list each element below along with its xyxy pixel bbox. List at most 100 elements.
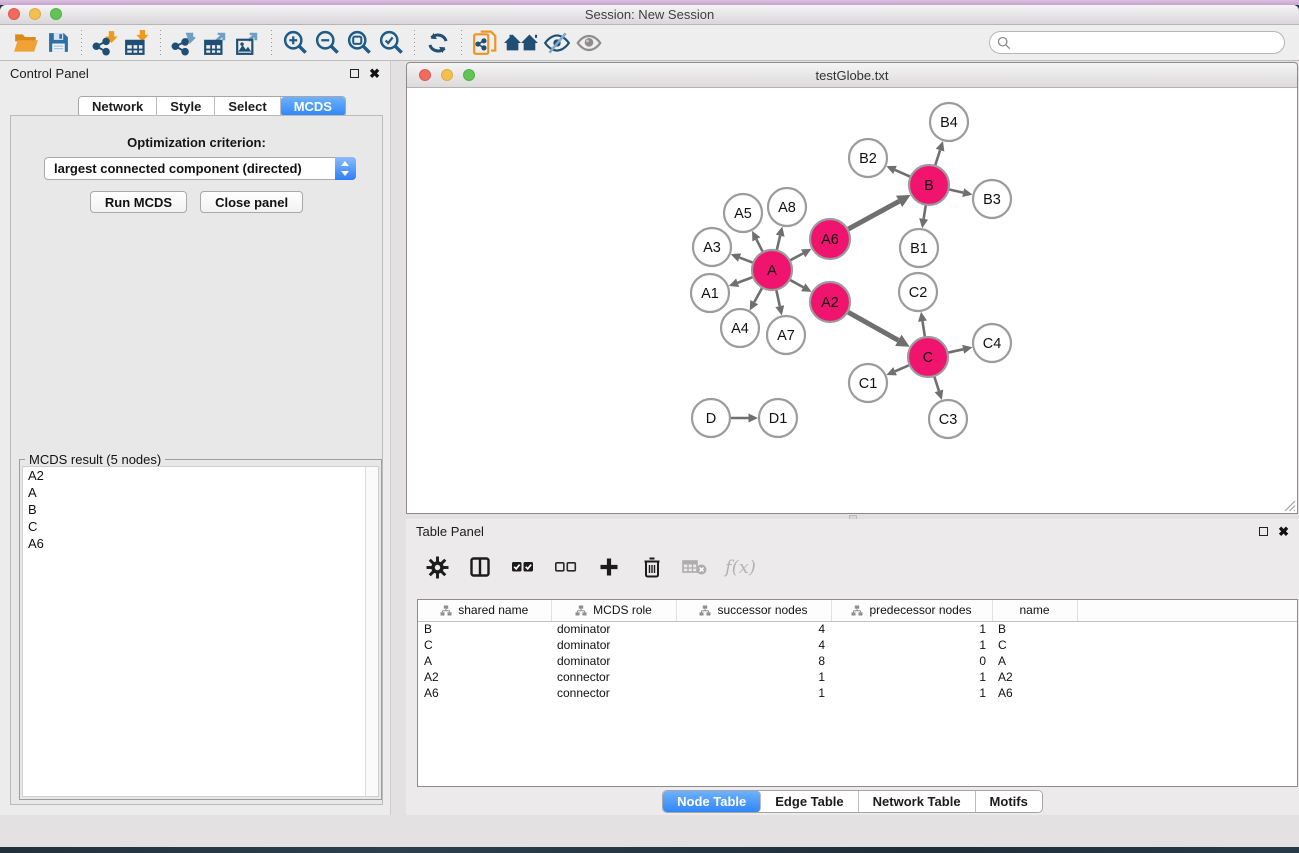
graph-edge-C-C3[interactable] <box>934 375 939 391</box>
mcds-result-list[interactable]: A2 A B C A6 <box>22 466 379 797</box>
graph-node-C2[interactable]: C2 <box>899 273 937 311</box>
graph-edge-B-B4[interactable] <box>935 150 940 167</box>
function-builder-icon[interactable]: f(x) <box>725 557 756 578</box>
tab-edge-table[interactable]: Edge Table <box>761 791 858 812</box>
graph-edge-A-A3[interactable] <box>740 258 755 264</box>
show-column-panel-button[interactable] <box>467 554 493 580</box>
graph-node-A5[interactable]: A5 <box>724 194 762 232</box>
graph-node-D1[interactable]: D1 <box>759 399 797 437</box>
zoom-in-button[interactable] <box>279 28 311 58</box>
list-item[interactable]: A <box>23 484 378 501</box>
graph-edge-A-A4[interactable] <box>754 287 763 303</box>
network-zoom-button[interactable] <box>463 69 475 81</box>
column-header-name[interactable]: name <box>992 600 1077 621</box>
tab-motifs[interactable]: Motifs <box>976 791 1042 812</box>
table-settings-button[interactable] <box>424 554 450 580</box>
graph-node-B2[interactable]: B2 <box>849 139 887 177</box>
zoom-out-button[interactable] <box>311 28 343 58</box>
graph-node-A8[interactable]: A8 <box>768 188 806 226</box>
import-table-button[interactable] <box>121 28 153 58</box>
graph-edge-A2-C[interactable] <box>847 311 899 340</box>
float-panel-icon[interactable] <box>350 69 359 78</box>
graph-edge-B-B1[interactable] <box>924 204 926 219</box>
tab-select[interactable]: Select <box>215 97 280 116</box>
close-window-button[interactable] <box>8 8 20 20</box>
save-session-button[interactable] <box>42 28 74 58</box>
list-item[interactable]: C <box>23 518 378 535</box>
export-table-button[interactable] <box>200 28 232 58</box>
list-item[interactable]: B <box>23 501 378 518</box>
close-panel-icon[interactable]: ✖ <box>1278 527 1289 536</box>
graph-edge-A-A1[interactable] <box>738 277 755 283</box>
select-all-button[interactable] <box>510 554 536 580</box>
close-panel-button[interactable]: Close panel <box>200 191 303 213</box>
column-header-predecessor-nodes[interactable]: predecessor nodes <box>831 600 992 621</box>
scrollbar[interactable] <box>365 467 378 796</box>
graph-edge-B-B2[interactable] <box>895 170 912 177</box>
graph-node-C[interactable]: C <box>908 337 948 377</box>
graph-node-A6[interactable]: A6 <box>810 219 850 259</box>
graph-node-C1[interactable]: C1 <box>849 364 887 402</box>
float-panel-icon[interactable] <box>1259 527 1268 536</box>
tab-style[interactable]: Style <box>157 97 215 116</box>
graph-edge-A-A2[interactable] <box>789 279 804 287</box>
close-panel-icon[interactable]: ✖ <box>369 69 380 78</box>
graph-edge-C-C2[interactable] <box>922 321 925 338</box>
hide-panel-button[interactable] <box>541 28 573 58</box>
column-header-shared-name[interactable]: shared name <box>418 600 551 621</box>
zoom-window-button[interactable] <box>50 8 62 20</box>
zoom-selected-button[interactable] <box>375 28 407 58</box>
table-row[interactable]: A6connector 11 A6 <box>418 685 1297 701</box>
graph-edge-A-A5[interactable] <box>756 239 763 253</box>
graph-node-A4[interactable]: A4 <box>721 309 759 347</box>
network-minimize-button[interactable] <box>441 69 453 81</box>
list-item[interactable]: A2 <box>23 467 378 484</box>
graph-node-B3[interactable]: B3 <box>973 180 1011 218</box>
column-header-successor-nodes[interactable]: successor nodes <box>676 600 831 621</box>
graph-edge-C-C4[interactable] <box>947 349 964 353</box>
delete-column-button[interactable] <box>639 554 665 580</box>
graph-node-C3[interactable]: C3 <box>929 400 967 438</box>
list-item[interactable]: A6 <box>23 535 378 552</box>
graph-node-C4[interactable]: C4 <box>973 324 1011 362</box>
graph-edge-A-A7[interactable] <box>776 289 780 307</box>
table-row[interactable]: Cdominator 41 C <box>418 637 1297 653</box>
criterion-dropdown[interactable]: largest connected component (directed) <box>44 157 356 180</box>
resize-grip-icon[interactable] <box>1283 499 1296 512</box>
export-network-button[interactable] <box>168 28 200 58</box>
deselect-all-button[interactable] <box>553 554 579 580</box>
graph-node-D[interactable]: D <box>692 399 730 437</box>
delete-table-button[interactable] <box>682 554 708 580</box>
column-header-mcds-role[interactable]: MCDS role <box>551 600 676 621</box>
graph-node-A[interactable]: A <box>752 250 792 290</box>
create-column-button[interactable] <box>596 554 622 580</box>
table-row[interactable]: A2connector 11 A2 <box>418 669 1297 685</box>
network-canvas[interactable]: B4 B2 B B3 A5A8A6 A3 B1 A A1 C2 A2 A4A7 C4 C C1 C3 D D1 <box>407 88 1297 513</box>
graph-edge-A-A8[interactable] <box>776 236 780 252</box>
tab-network-table[interactable]: Network Table <box>859 791 976 812</box>
graph-node-B4[interactable]: B4 <box>930 103 968 141</box>
export-image-button[interactable] <box>232 28 264 58</box>
graph-node-A3[interactable]: A3 <box>693 228 731 266</box>
graph-edge-B-B3[interactable] <box>948 189 964 192</box>
copy-network-button[interactable] <box>469 28 501 58</box>
tab-mcds[interactable]: MCDS <box>281 97 345 116</box>
graph-node-B[interactable]: B <box>909 165 949 205</box>
graph-edge-C-C1[interactable] <box>895 365 910 372</box>
graph-node-A2[interactable]: A2 <box>810 282 850 322</box>
table-row[interactable]: Adominator 80 A <box>418 653 1297 669</box>
graph-node-A1[interactable]: A1 <box>691 274 729 312</box>
run-mcds-button[interactable]: Run MCDS <box>90 191 187 213</box>
show-panel-button[interactable] <box>573 28 605 58</box>
graph-edge-A-A6[interactable] <box>789 253 803 261</box>
search-input[interactable] <box>1011 34 1284 52</box>
home-button[interactable] <box>501 28 541 58</box>
graph-node-B1[interactable]: B1 <box>900 229 938 267</box>
minimize-window-button[interactable] <box>29 8 41 20</box>
graph-node-A7[interactable]: A7 <box>767 316 805 354</box>
import-network-button[interactable] <box>89 28 121 58</box>
network-close-button[interactable] <box>419 69 431 81</box>
tab-network[interactable]: Network <box>79 97 157 116</box>
table-row[interactable]: Bdominator 41 B <box>418 621 1297 637</box>
open-session-button[interactable] <box>10 28 42 58</box>
